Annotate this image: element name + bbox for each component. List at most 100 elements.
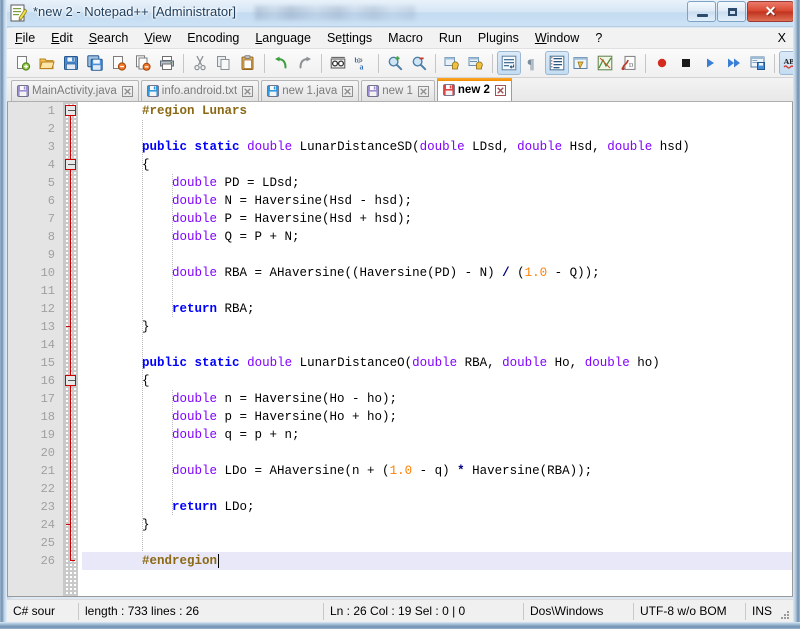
save-all-button[interactable] <box>83 51 107 75</box>
resize-grip-icon[interactable] <box>779 609 791 621</box>
code-line[interactable] <box>82 282 792 300</box>
tab-close-icon[interactable] <box>122 86 133 97</box>
fold-toggle-box[interactable] <box>65 375 76 386</box>
code-line[interactable]: double p = Haversine(Ho + ho); <box>82 408 792 426</box>
document-tab[interactable]: new 1.java <box>261 80 359 101</box>
redo-button[interactable] <box>293 51 317 75</box>
code-line[interactable]: #region Lunars <box>82 102 792 120</box>
status-encoding[interactable]: UTF-8 w/o BOM <box>634 603 746 620</box>
save-button[interactable] <box>59 51 83 75</box>
tab-close-icon[interactable] <box>242 86 253 97</box>
close-button[interactable]: ✕ <box>747 1 794 22</box>
run-macro-multiple-button[interactable] <box>722 51 746 75</box>
sync-vertical-scrolling-button[interactable] <box>440 51 464 75</box>
user-defined-dialog-button[interactable] <box>569 51 593 75</box>
undo-button[interactable] <box>269 51 293 75</box>
scintilla-editor[interactable]: 1234567891011121314151617181920212223242… <box>8 102 792 596</box>
code-line-text: double q = p + n; <box>82 428 300 442</box>
toolbar-separator <box>378 54 379 73</box>
document-tab[interactable]: MainActivity.java <box>11 80 139 101</box>
code-line[interactable] <box>82 480 792 498</box>
code-line[interactable]: double N = Haversine(Hsd - hsd); <box>82 192 792 210</box>
document-tab[interactable]: new 2 <box>437 78 512 101</box>
tab-close-icon[interactable] <box>342 86 353 97</box>
code-line[interactable] <box>82 336 792 354</box>
tab-close-icon[interactable] <box>418 86 429 97</box>
document-map-button[interactable] <box>593 51 617 75</box>
code-line[interactable]: #endregion <box>82 552 792 570</box>
line-number: 16 <box>8 372 63 390</box>
save-macro-button[interactable] <box>746 51 770 75</box>
record-macro-button[interactable] <box>650 51 674 75</box>
menu-item-language[interactable]: Language <box>247 29 319 48</box>
document-tab[interactable]: info.android.txt <box>141 80 259 101</box>
code-line[interactable]: public static double LunarDistanceO(doub… <box>82 354 792 372</box>
copy-button[interactable] <box>212 51 236 75</box>
code-line[interactable] <box>82 246 792 264</box>
code-line[interactable] <box>82 444 792 462</box>
show-indent-guide-button[interactable] <box>545 51 569 75</box>
zoom-out-button[interactable] <box>407 51 431 75</box>
close-file-button[interactable] <box>107 51 131 75</box>
code-line[interactable]: return RBA; <box>82 300 792 318</box>
menu-item-file[interactable]: File <box>7 29 43 48</box>
menu-item-window[interactable]: Window <box>527 29 587 48</box>
code-line[interactable]: return LDo; <box>82 498 792 516</box>
print-button[interactable] <box>155 51 179 75</box>
show-all-characters-button[interactable]: ¶ <box>521 51 545 75</box>
open-file-button[interactable] <box>35 51 59 75</box>
menu-item-run[interactable]: Run <box>431 29 470 48</box>
cut-button[interactable] <box>188 51 212 75</box>
stop-recording-button[interactable] <box>674 51 698 75</box>
maximize-button[interactable] <box>717 1 746 22</box>
svg-text:D: D <box>629 63 634 69</box>
user-defined-dialog-icon <box>573 55 589 71</box>
code-line[interactable]: double n = Haversine(Ho - ho); <box>82 390 792 408</box>
fold-toggle-box[interactable] <box>65 105 76 116</box>
fold-margin[interactable] <box>64 102 78 596</box>
word-wrap-button[interactable] <box>497 51 521 75</box>
menu-item-[interactable]: ? <box>587 29 610 48</box>
play-macro-button[interactable] <box>698 51 722 75</box>
find-button[interactable] <box>326 51 350 75</box>
code-line[interactable]: double PD = LDsd; <box>82 174 792 192</box>
code-line[interactable]: double q = p + n; <box>82 426 792 444</box>
code-line[interactable]: } <box>82 516 792 534</box>
new-file-button[interactable] <box>11 51 35 75</box>
code-line[interactable]: { <box>82 372 792 390</box>
code-line[interactable] <box>82 534 792 552</box>
code-line[interactable] <box>82 120 792 138</box>
sync-horizontal-scrolling-button[interactable] <box>464 51 488 75</box>
document-tab[interactable]: new 1 <box>361 80 435 101</box>
replace-button[interactable]: baa <box>350 51 374 75</box>
menu-item-search[interactable]: Search <box>81 29 137 48</box>
menu-item-view[interactable]: View <box>136 29 179 48</box>
toolbar-separator <box>492 54 493 73</box>
code-text-area[interactable]: #region Lunars public static double Luna… <box>78 102 792 596</box>
code-line[interactable]: public static double LunarDistanceSD(dou… <box>82 138 792 156</box>
line-number: 26 <box>8 552 63 570</box>
close-current-document-button[interactable]: X <box>778 31 786 45</box>
close-all-files-button[interactable] <box>131 51 155 75</box>
menu-item-encoding[interactable]: Encoding <box>179 29 247 48</box>
menu-item-macro[interactable]: Macro <box>380 29 431 48</box>
code-line[interactable]: double LDo = AHaversine(n + (1.0 - q) * … <box>82 462 792 480</box>
tool-bar: baa¶DABC» <box>7 49 793 78</box>
menu-item-settings[interactable]: Settings <box>319 29 380 48</box>
code-line[interactable]: { <box>82 156 792 174</box>
minimize-button[interactable] <box>687 1 716 22</box>
paste-button[interactable] <box>236 51 260 75</box>
status-eol-format[interactable]: Dos\Windows <box>524 603 634 620</box>
menu-item-edit[interactable]: Edit <box>43 29 81 48</box>
function-list-button[interactable]: D <box>617 51 641 75</box>
menu-item-plugins[interactable]: Plugins <box>470 29 527 48</box>
tab-close-icon[interactable] <box>495 85 506 96</box>
zoom-in-button[interactable] <box>383 51 407 75</box>
code-line[interactable]: double P = Haversine(Hsd + hsd); <box>82 210 792 228</box>
code-line-text: } <box>82 518 150 532</box>
status-language[interactable]: C# sour <box>7 603 79 620</box>
code-line[interactable]: } <box>82 318 792 336</box>
fold-toggle-box[interactable] <box>65 159 76 170</box>
code-line[interactable]: double RBA = AHaversine((Haversine(PD) -… <box>82 264 792 282</box>
code-line[interactable]: double Q = P + N; <box>82 228 792 246</box>
